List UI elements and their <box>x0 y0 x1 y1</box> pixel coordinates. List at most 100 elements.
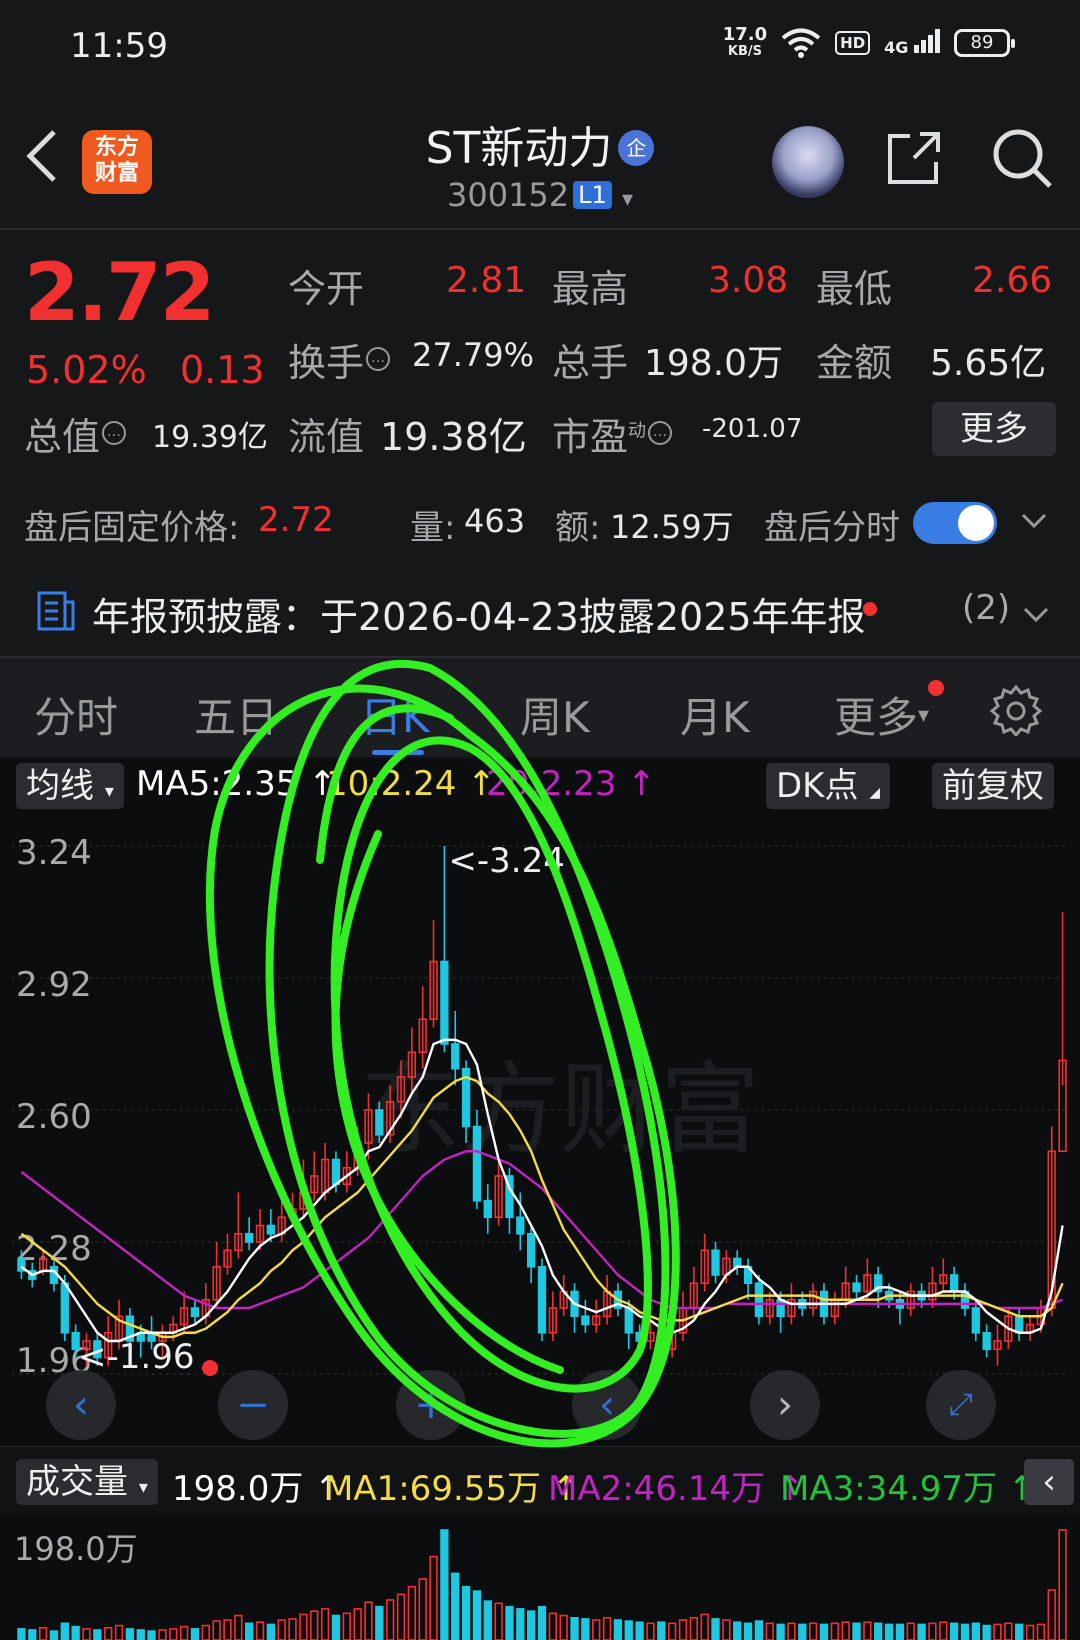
volume-bar <box>494 1602 503 1640</box>
chevron-down-icon[interactable] <box>1022 600 1050 628</box>
volume-bar <box>440 1529 449 1640</box>
low-label: 最低 <box>816 267 893 311</box>
volume-bar <box>212 1620 221 1640</box>
search-icon[interactable] <box>990 126 1054 190</box>
volume-bar <box>125 1628 135 1640</box>
volume-bar <box>700 1613 709 1640</box>
announcement-count: (2) <box>962 588 1011 628</box>
volume-bar <box>1047 1589 1056 1640</box>
candle-body <box>776 1298 785 1318</box>
volume-bar <box>1004 1622 1013 1640</box>
collapse-icon[interactable]: ‹ <box>1024 1459 1074 1505</box>
ma10-value: 10:2.24 ↑ <box>326 764 496 804</box>
period-tabs: 分时 五日 日K 周K 月K 更多▾ <box>0 656 1080 756</box>
volume-bar <box>949 1622 959 1640</box>
zoom-out-button[interactable]: − <box>218 1370 288 1440</box>
volume-label: 总手 <box>552 341 629 385</box>
volume-bar <box>635 1621 644 1640</box>
kline-chart[interactable]: 3.242.922.602.281.96东方财富<-3.24<-1.96 <box>0 814 1080 1446</box>
volume-bar <box>82 1628 91 1640</box>
volume-bar <box>884 1623 894 1640</box>
robot-assistant-icon[interactable] <box>772 126 844 198</box>
vol-ma3: MA3:34.97万 ↑ <box>780 1469 1037 1509</box>
high-value: 3.08 <box>708 260 789 301</box>
float-label: 流值 <box>288 415 365 459</box>
after-hours-vol: 463 <box>464 502 526 540</box>
candle-body <box>657 1331 666 1351</box>
after-hours-price: 2.72 <box>258 500 334 540</box>
tab-five-day[interactable]: 五日 <box>194 684 278 745</box>
mktcap-value: 19.39亿 <box>152 420 268 455</box>
tab-intraday[interactable]: 分时 <box>34 684 118 745</box>
announcement-bar[interactable]: 年报预披露：于2026-04-23披露2025年年报 (2) <box>0 572 1080 654</box>
volume-bar <box>461 1585 471 1640</box>
marker-dot <box>202 1360 218 1376</box>
mktcap-label: 总值… <box>24 406 127 461</box>
volume-bar <box>559 1614 568 1640</box>
turnover-label: 换手… <box>288 332 391 387</box>
indicator-selector[interactable]: 均线 ▾ <box>16 763 124 809</box>
active-tab-indicator <box>372 750 424 755</box>
network-speed: 17.0 KB/S <box>722 24 768 60</box>
volume-chart <box>17 1529 1067 1640</box>
volume-bar <box>93 1629 102 1640</box>
status-icons: 17.0 KB/S HD 4G 89 <box>722 24 1015 60</box>
enterprise-badge: 企 <box>618 130 655 166</box>
after-hours-price-label: 盘后固定价格: <box>24 508 240 548</box>
volume-bar <box>396 1593 406 1640</box>
volume-bar <box>754 1620 764 1640</box>
volume-bar <box>592 1619 601 1640</box>
high-label: 最高 <box>552 267 629 311</box>
volume-bar <box>505 1605 514 1640</box>
tab-weekly-k[interactable]: 周K <box>520 684 590 745</box>
tab-more[interactable]: 更多▾ <box>834 684 929 745</box>
dk-point-button[interactable]: DK点 ◢ <box>766 763 891 809</box>
volume-bar <box>277 1619 286 1640</box>
new-dot <box>928 680 944 696</box>
volume-bar <box>49 1630 59 1640</box>
more-button[interactable]: 更多 <box>932 402 1056 456</box>
volume-bar <box>451 1572 460 1640</box>
scroll-right-button[interactable]: › <box>750 1370 820 1440</box>
volume-bar <box>516 1608 525 1640</box>
tab-monthly-k[interactable]: 月K <box>680 684 750 745</box>
announcement-text: 年报预披露：于2026-04-23披露2025年年报 <box>92 595 866 639</box>
info-icon: … <box>102 421 127 445</box>
adjust-button[interactable]: 前复权 <box>932 763 1054 809</box>
candle-body <box>451 1043 460 1070</box>
ma20-value: 20:2.23 ↑ <box>486 764 656 804</box>
fullscreen-icon[interactable]: ⤢ <box>926 1370 996 1440</box>
gear-icon[interactable] <box>990 684 1042 736</box>
volume-indicator-selector[interactable]: 成交量 ▾ <box>16 1459 158 1505</box>
volume-bar <box>841 1621 850 1640</box>
pe-value: -201.07 <box>702 414 803 444</box>
volume-bar <box>158 1629 167 1640</box>
volume-bar <box>28 1629 37 1640</box>
volume-bar <box>1036 1623 1046 1640</box>
scroll-left-button[interactable]: ‹ <box>46 1370 116 1440</box>
candle-body <box>1015 1315 1024 1334</box>
volume-bar <box>234 1614 243 1640</box>
candle-body <box>266 1224 276 1235</box>
volume-value: 198.0万 ↑ <box>172 1469 343 1509</box>
volume-bar <box>808 1622 818 1640</box>
volume-bar <box>874 1622 883 1640</box>
candle-body <box>754 1282 764 1318</box>
volume-max-label: 198.0万 <box>14 1530 138 1568</box>
chevron-down-icon[interactable] <box>1020 506 1048 534</box>
zoom-in-button[interactable]: + <box>396 1370 466 1440</box>
scroll-left-fast-button[interactable]: ‹ <box>572 1370 642 1440</box>
tab-daily-k[interactable]: 日K <box>360 684 430 745</box>
ma5-value: MA5:2.35 ↑ <box>136 764 337 804</box>
volume-bar <box>581 1618 590 1640</box>
volume-bar <box>483 1600 492 1640</box>
volume-bar <box>245 1622 254 1640</box>
volume-bar <box>863 1621 872 1640</box>
share-icon[interactable] <box>884 128 944 188</box>
volume-bar <box>320 1608 330 1640</box>
volume-bar <box>1058 1529 1067 1640</box>
volume-bar <box>299 1613 308 1640</box>
hd-icon: HD <box>835 31 871 55</box>
min-price-marker: <-1.96 <box>78 1337 194 1377</box>
after-hours-toggle[interactable] <box>913 502 997 544</box>
